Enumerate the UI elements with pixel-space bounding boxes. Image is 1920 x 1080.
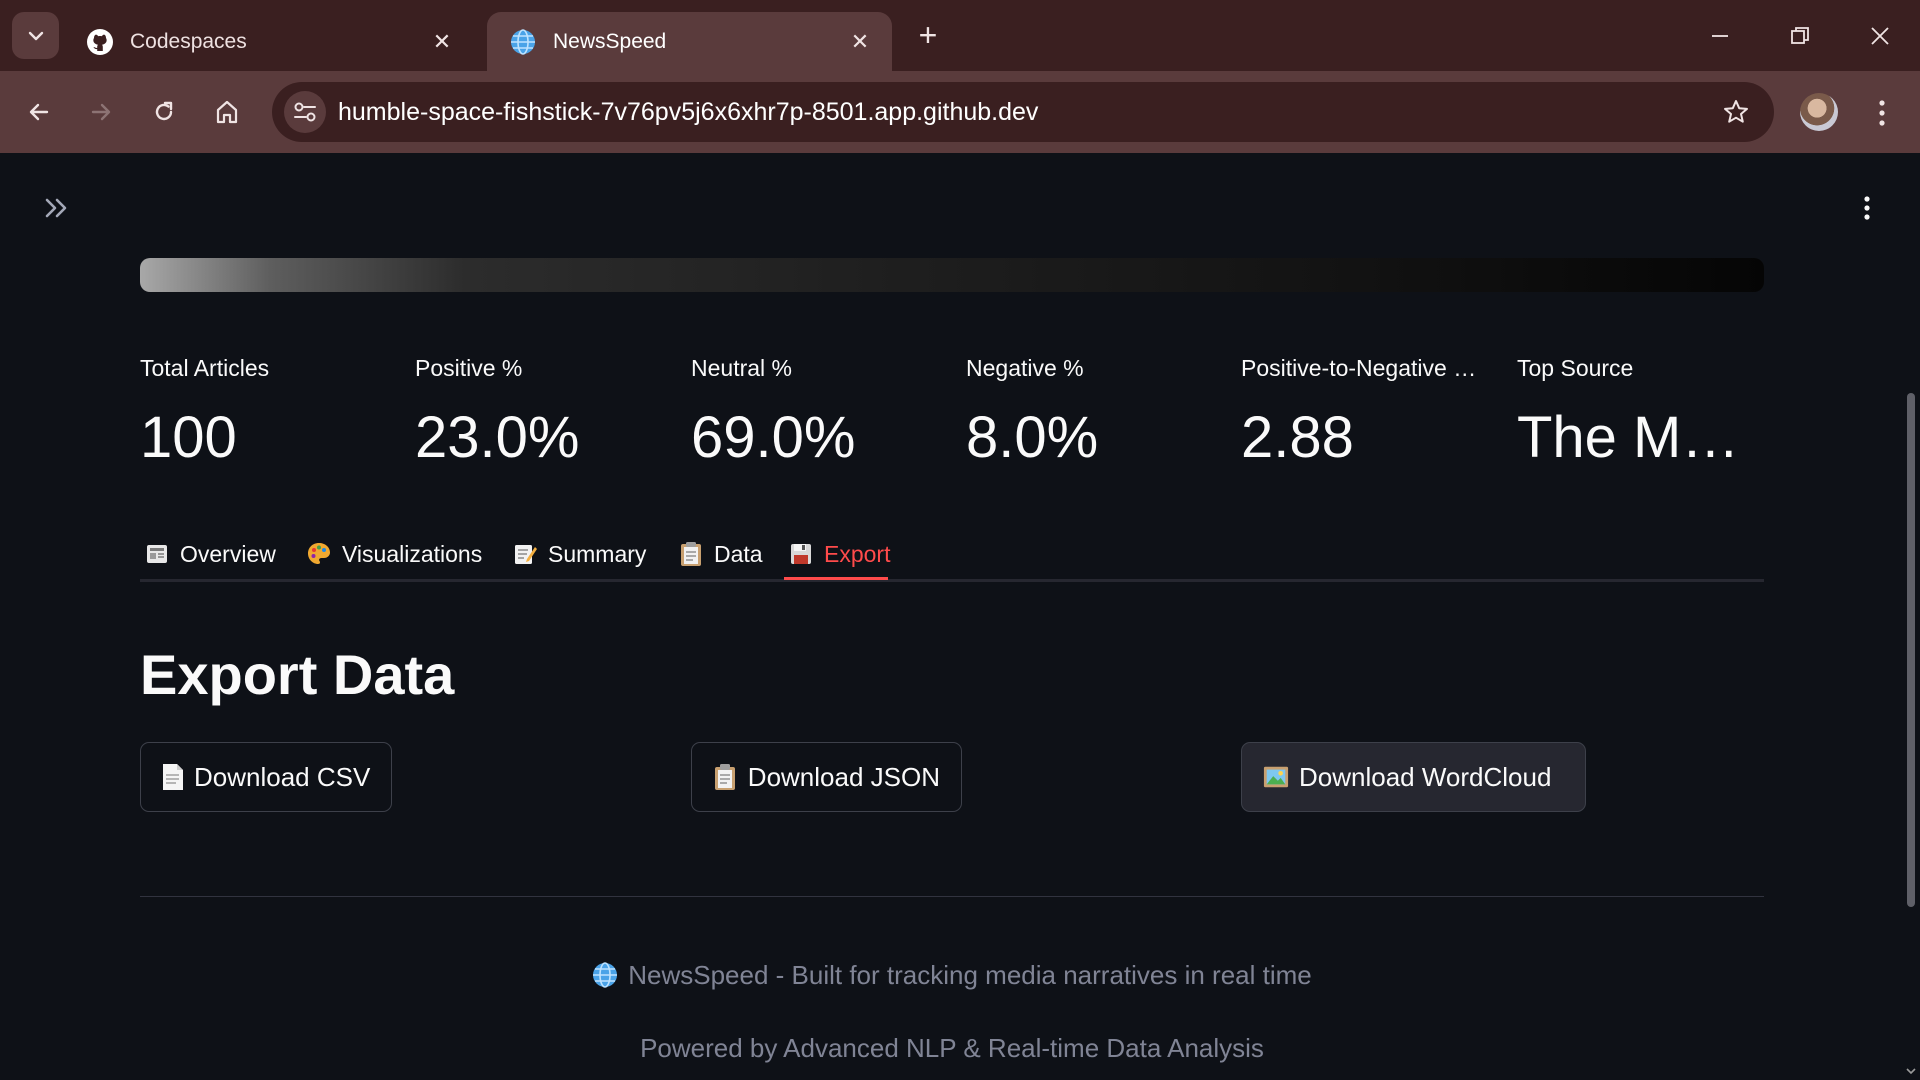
- tab-search-button[interactable]: [12, 12, 59, 59]
- clipboard-icon: [678, 541, 704, 567]
- metric-value: 100: [140, 405, 237, 470]
- close-tab-icon[interactable]: ✕: [430, 29, 454, 55]
- metric-positive-to-negative: Positive-to-Negative … 2.88: [1241, 355, 1501, 471]
- metric-top-source: Top Source The M…: [1517, 355, 1757, 471]
- double-chevron-right-icon: [45, 198, 67, 218]
- metric-value: 2.88: [1241, 405, 1354, 470]
- browser-tab-strip: Codespaces ✕ NewsSpeed ✕ +: [0, 0, 1920, 71]
- tab-label: Export: [824, 540, 891, 567]
- reload-button[interactable]: [142, 90, 186, 134]
- chevron-down-icon: [28, 31, 43, 40]
- restore-icon: [1791, 27, 1809, 44]
- url-text[interactable]: humble-space-fishstick-7v76pv5j6x6xhr7p-…: [338, 98, 1038, 127]
- footer-powered-by: Powered by Advanced NLP & Real-time Data…: [640, 1033, 1264, 1063]
- profile-avatar[interactable]: [1800, 93, 1838, 131]
- github-icon: [86, 28, 114, 56]
- footer-tagline-text: NewsSpeed - Built for tracking media nar…: [628, 960, 1312, 990]
- more-vertical-icon: [1879, 100, 1885, 126]
- forward-button[interactable]: [79, 90, 123, 134]
- browser-tab-codespaces[interactable]: Codespaces ✕: [64, 12, 474, 71]
- tab-label: Data: [714, 540, 763, 567]
- bookmark-star-icon[interactable]: [1718, 94, 1754, 130]
- address-bar[interactable]: humble-space-fishstick-7v76pv5j6x6xhr7p-…: [272, 82, 1774, 142]
- metric-value: 8.0%: [966, 405, 1099, 470]
- download-wordcloud-button[interactable]: Download WordCloud: [1241, 742, 1586, 812]
- active-tab-indicator: [784, 577, 888, 580]
- sidebar-expand-button[interactable]: [38, 190, 74, 226]
- more-vertical-icon: [1864, 196, 1870, 220]
- metric-label: Top Source: [1517, 355, 1634, 381]
- tab-summary[interactable]: Summary: [512, 529, 646, 579]
- arrow-right-icon: [91, 103, 111, 121]
- metric-total-articles: Total Articles 100: [140, 355, 400, 471]
- footer-tagline: NewsSpeed - Built for tracking media nar…: [140, 960, 1764, 991]
- floppy-disk-icon: [788, 541, 814, 567]
- tab-label: Summary: [548, 540, 647, 567]
- content-tabs: Overview Visualizations Summary Data Exp…: [140, 525, 1764, 582]
- header-gradient-banner: [140, 258, 1764, 292]
- app-main-menu-button[interactable]: [1852, 190, 1882, 226]
- button-label: Download WordCloud: [1299, 761, 1552, 792]
- footer-divider: [140, 896, 1764, 897]
- arrow-left-icon: [29, 103, 49, 121]
- metric-value: 69.0%: [691, 405, 856, 470]
- tab-label: Overview: [180, 540, 276, 567]
- tab-data[interactable]: Data: [678, 529, 763, 579]
- picture-icon: [1263, 762, 1289, 792]
- tab-overview[interactable]: Overview: [144, 529, 276, 579]
- page-icon: [162, 762, 184, 792]
- download-json-button[interactable]: Download JSON: [691, 742, 962, 812]
- metric-label: Total Articles: [140, 355, 270, 381]
- clipboard-icon: [713, 762, 738, 792]
- back-button[interactable]: [17, 90, 61, 134]
- tab-export[interactable]: Export: [788, 529, 890, 579]
- metric-label: Neutral %: [691, 355, 792, 381]
- home-button[interactable]: [205, 90, 249, 134]
- close-icon: [1871, 27, 1889, 45]
- minimize-icon: [1712, 35, 1728, 37]
- close-window-button[interactable]: [1852, 14, 1908, 58]
- metric-positive-percent: Positive % 23.0%: [415, 355, 675, 471]
- download-csv-button[interactable]: Download CSV: [140, 742, 392, 812]
- memo-icon: [512, 541, 538, 567]
- browser-menu-button[interactable]: [1867, 93, 1897, 133]
- metric-label: Positive-to-Negative …: [1241, 355, 1477, 381]
- palette-icon: [306, 541, 332, 567]
- section-heading: Export Data: [140, 643, 455, 706]
- new-tab-button[interactable]: +: [910, 18, 946, 54]
- button-label: Download CSV: [194, 761, 371, 792]
- site-settings-icon[interactable]: [284, 91, 326, 133]
- metric-value: 23.0%: [415, 405, 580, 470]
- browser-toolbar: humble-space-fishstick-7v76pv5j6x6xhr7p-…: [0, 71, 1920, 153]
- page-scrollbar[interactable]: [1907, 393, 1915, 907]
- tab-title: Codespaces: [130, 29, 247, 53]
- restore-button[interactable]: [1772, 14, 1828, 58]
- newspaper-icon: [144, 541, 170, 567]
- tab-visualizations[interactable]: Visualizations: [306, 529, 482, 579]
- metric-label: Negative %: [966, 355, 1084, 381]
- browser-tab-newsspeed[interactable]: NewsSpeed ✕: [487, 12, 892, 71]
- reload-icon: [155, 101, 173, 121]
- metric-label: Positive %: [415, 355, 523, 381]
- close-tab-icon[interactable]: ✕: [848, 29, 872, 55]
- scroll-down-arrow-icon[interactable]: [1906, 1066, 1916, 1076]
- metric-neutral-percent: Neutral % 69.0%: [691, 355, 951, 471]
- button-label: Download JSON: [747, 761, 940, 792]
- globe-icon: [593, 962, 618, 988]
- metric-value: The M…: [1517, 405, 1740, 470]
- tab-label: Visualizations: [342, 540, 483, 567]
- globe-icon: [509, 28, 537, 56]
- metric-negative-percent: Negative % 8.0%: [966, 355, 1226, 471]
- tab-title: NewsSpeed: [553, 29, 667, 53]
- home-icon: [216, 100, 238, 124]
- minimize-button[interactable]: [1692, 14, 1748, 58]
